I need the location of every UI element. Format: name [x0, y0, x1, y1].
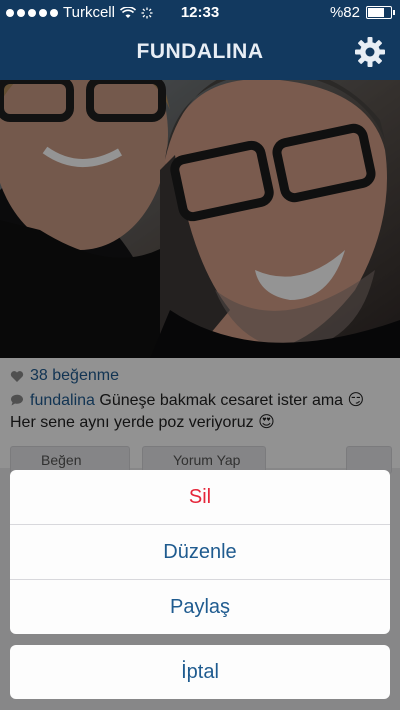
- action-sheet: Sil Düzenle Paylaş: [10, 470, 390, 634]
- battery-icon: [366, 6, 395, 19]
- gear-icon[interactable]: [354, 36, 386, 68]
- delete-button[interactable]: Sil: [10, 470, 390, 525]
- battery-fill: [368, 8, 385, 17]
- edit-button[interactable]: Düzenle: [10, 525, 390, 580]
- navigation-bar: FUNDALINA: [0, 26, 400, 80]
- page-title: FUNDALINA: [136, 40, 264, 63]
- battery-percentage: %82: [329, 4, 360, 21]
- cancel-button[interactable]: İptal: [10, 645, 390, 699]
- battery-info: %82: [329, 4, 395, 21]
- status-bar: Turkcell 12:33 %82: [0, 0, 400, 26]
- share-button[interactable]: Paylaş: [10, 580, 390, 634]
